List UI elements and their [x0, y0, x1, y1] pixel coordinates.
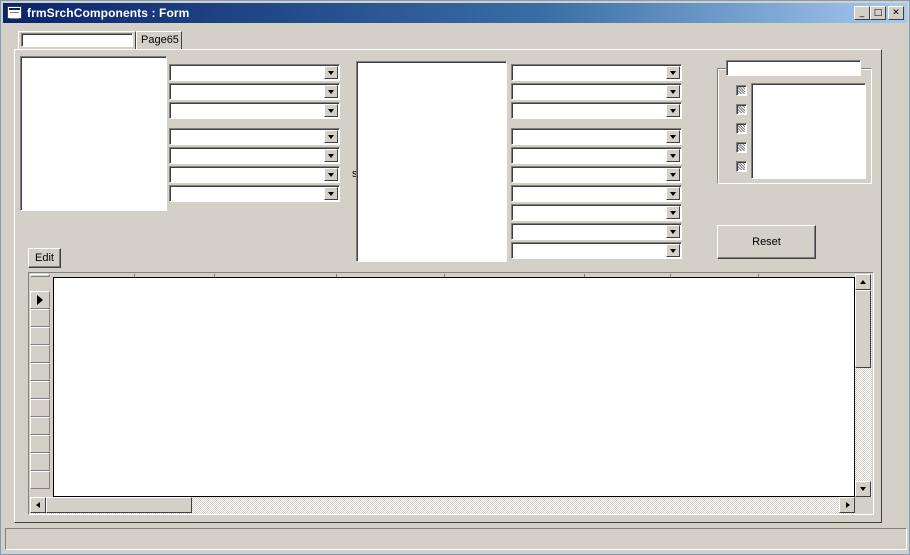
combo-16[interactable] [511, 223, 682, 240]
left-list-box[interactable] [20, 56, 167, 211]
chevron-down-icon[interactable] [666, 149, 680, 162]
chevron-down-icon[interactable] [666, 85, 680, 98]
record-selector[interactable] [30, 453, 50, 471]
combo-12[interactable] [511, 147, 682, 164]
combo-5[interactable] [169, 147, 340, 164]
combo-10[interactable] [511, 102, 682, 119]
reset-button-label: Reset [752, 236, 781, 248]
window-title: frmSrchComponents : Form [27, 6, 190, 20]
chevron-down-icon[interactable] [666, 104, 680, 117]
chevron-down-icon[interactable] [666, 168, 680, 181]
datasheet-subform[interactable] [28, 272, 874, 515]
chevron-down-icon[interactable] [666, 206, 680, 219]
combo-13[interactable] [511, 166, 682, 183]
vertical-scroll-thumb[interactable] [855, 290, 871, 368]
record-selector[interactable] [30, 435, 50, 453]
chevron-down-icon[interactable] [324, 149, 338, 162]
tab-page65-label: Page65 [141, 34, 179, 46]
combo-11[interactable] [511, 128, 682, 145]
triangle-right-icon [37, 295, 43, 305]
combo-3[interactable] [169, 102, 340, 119]
vertical-scrollbar[interactable] [855, 274, 872, 497]
combo-4[interactable] [169, 128, 340, 145]
form-window: frmSrchComponents : Form _ □ ✕ Page65 s … [0, 0, 910, 555]
record-selector[interactable] [30, 417, 50, 435]
status-bar [5, 528, 907, 550]
scroll-left-button[interactable] [30, 497, 46, 513]
chevron-down-icon[interactable] [666, 187, 680, 200]
combo-2[interactable] [169, 83, 340, 100]
minimize-button[interactable]: _ [854, 6, 870, 20]
title-bar[interactable]: frmSrchComponents : Form _ □ ✕ [3, 3, 907, 23]
record-selector[interactable] [30, 345, 50, 363]
close-button[interactable]: ✕ [888, 6, 904, 20]
scroll-up-button[interactable] [855, 274, 871, 290]
combo-14[interactable] [511, 185, 682, 202]
record-selector[interactable] [30, 327, 50, 345]
edit-button[interactable]: Edit [28, 248, 61, 268]
chevron-down-icon[interactable] [324, 85, 338, 98]
combo-7[interactable] [169, 185, 340, 202]
horizontal-scrollbar[interactable] [30, 497, 855, 514]
combo-9[interactable] [511, 83, 682, 100]
checkbox-5[interactable] [736, 161, 747, 172]
record-selector[interactable] [30, 363, 50, 381]
chevron-down-icon[interactable] [324, 187, 338, 200]
chevron-down-icon[interactable] [666, 225, 680, 238]
scroll-down-button[interactable] [855, 481, 871, 497]
checkbox-3[interactable] [736, 123, 747, 134]
edit-button-label: Edit [35, 252, 54, 264]
chevron-down-icon[interactable] [666, 244, 680, 257]
record-selector[interactable] [30, 381, 50, 399]
maximize-button[interactable]: □ [870, 6, 886, 20]
checkbox-2[interactable] [736, 104, 747, 115]
tab-page65[interactable]: Page65 [136, 31, 182, 50]
chevron-down-icon[interactable] [324, 168, 338, 181]
horizontal-scroll-thumb[interactable] [46, 497, 192, 513]
combo-6[interactable] [169, 166, 340, 183]
option-group-list-box[interactable] [751, 83, 866, 179]
chevron-down-icon[interactable] [666, 66, 680, 79]
combo-1[interactable] [169, 64, 340, 81]
tab-search-input[interactable] [21, 33, 133, 47]
combo-17[interactable] [511, 242, 682, 259]
datasheet-cells[interactable] [53, 277, 855, 497]
tab-search[interactable] [18, 31, 136, 50]
combo-15[interactable] [511, 204, 682, 221]
middle-list-box[interactable] [356, 61, 507, 262]
form-icon[interactable] [7, 6, 22, 19]
chevron-down-icon[interactable] [324, 130, 338, 143]
record-selector[interactable] [30, 399, 50, 417]
select-all-corner[interactable] [30, 274, 50, 277]
record-selector[interactable] [30, 309, 50, 327]
chevron-down-icon[interactable] [666, 130, 680, 143]
combo-8[interactable] [511, 64, 682, 81]
reset-button[interactable]: Reset [717, 225, 816, 259]
option-group-header-input[interactable] [726, 60, 861, 76]
checkbox-1[interactable] [736, 85, 747, 96]
scroll-right-button[interactable] [839, 497, 855, 513]
chevron-down-icon[interactable] [324, 104, 338, 117]
record-selector[interactable] [30, 471, 50, 489]
chevron-down-icon[interactable] [324, 66, 338, 79]
record-selector-current[interactable] [30, 291, 50, 309]
checkbox-4[interactable] [736, 142, 747, 153]
scrollbar-corner [855, 497, 872, 514]
